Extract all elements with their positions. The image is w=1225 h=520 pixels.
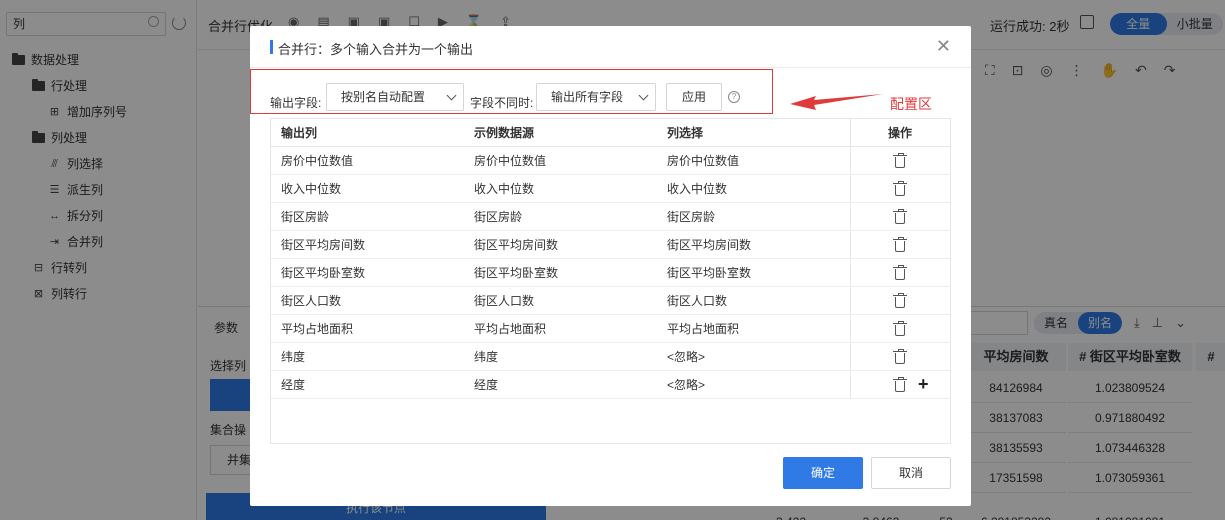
table-cell: 街区房龄	[271, 203, 464, 231]
action-cell	[850, 287, 950, 315]
delete-icon[interactable]	[893, 349, 907, 364]
column-select-cell[interactable]: <忽略>	[657, 343, 850, 371]
table-cell: 纬度	[464, 343, 657, 371]
delete-icon[interactable]	[893, 265, 907, 280]
dialog-title: 合并行：多个输入合并为一个输出	[278, 42, 474, 57]
action-cell	[850, 231, 950, 259]
action-cell	[850, 259, 950, 287]
column-header-output: 输出列	[271, 119, 464, 147]
close-icon[interactable]: ✕	[936, 36, 951, 56]
action-cell	[850, 203, 950, 231]
config-area-annotation: 配置区	[890, 96, 932, 112]
table-cell: 街区人口数	[271, 287, 464, 315]
column-header-source: 示例数据源	[464, 119, 657, 147]
add-row-icon[interactable]: +	[918, 375, 929, 393]
annotation-arrow-icon	[790, 94, 883, 110]
column-header-select: 列选择	[657, 119, 850, 147]
table-cell: 收入中位数	[271, 175, 464, 203]
config-area-highlight	[250, 69, 773, 114]
title-accent-bar	[270, 40, 273, 54]
table-cell: 街区平均卧室数	[271, 259, 464, 287]
delete-icon[interactable]	[893, 237, 907, 252]
table-cell: 街区平均卧室数	[464, 259, 657, 287]
table-cell: 街区人口数	[464, 287, 657, 315]
table-cell: 街区房龄	[464, 203, 657, 231]
column-select-cell[interactable]: 收入中位数	[657, 175, 850, 203]
column-header-action: 操作	[850, 119, 950, 147]
table-cell: 收入中位数	[464, 175, 657, 203]
delete-icon[interactable]	[893, 321, 907, 336]
table-cell: 平均占地面积	[464, 315, 657, 343]
column-select-cell[interactable]: 街区平均卧室数	[657, 259, 850, 287]
action-cell	[850, 315, 950, 343]
column-select-cell[interactable]: 平均占地面积	[657, 315, 850, 343]
delete-icon[interactable]	[893, 209, 907, 224]
column-mapping-table: 输出列 示例数据源 列选择 操作 房价中位数值 房价中位数值 房价中位数值 收入…	[270, 118, 951, 444]
table-cell: 经度	[271, 371, 464, 399]
column-select-cell[interactable]: <忽略>	[657, 371, 850, 399]
table-cell: 房价中位数值	[271, 147, 464, 175]
table-cell: 经度	[464, 371, 657, 399]
table-cell: 房价中位数值	[464, 147, 657, 175]
cancel-button[interactable]: 取消	[871, 457, 951, 489]
delete-icon[interactable]	[893, 153, 907, 168]
action-cell	[850, 343, 950, 371]
table-cell: 街区平均房间数	[271, 231, 464, 259]
column-select-cell[interactable]: 街区平均房间数	[657, 231, 850, 259]
delete-icon[interactable]	[893, 293, 907, 308]
column-select-cell[interactable]: 街区房龄	[657, 203, 850, 231]
action-cell	[850, 175, 950, 203]
confirm-button[interactable]: 确定	[783, 457, 863, 489]
table-cell: 街区平均房间数	[464, 231, 657, 259]
action-cell	[850, 147, 950, 175]
delete-icon[interactable]	[893, 377, 907, 392]
column-select-cell[interactable]: 房价中位数值	[657, 147, 850, 175]
column-select-cell[interactable]: 街区人口数	[657, 287, 850, 315]
delete-icon[interactable]	[893, 181, 907, 196]
dialog-header: 合并行：多个输入合并为一个输出 ✕	[250, 26, 971, 68]
action-cell: +	[850, 371, 950, 399]
table-cell: 平均占地面积	[271, 315, 464, 343]
table-cell: 纬度	[271, 343, 464, 371]
